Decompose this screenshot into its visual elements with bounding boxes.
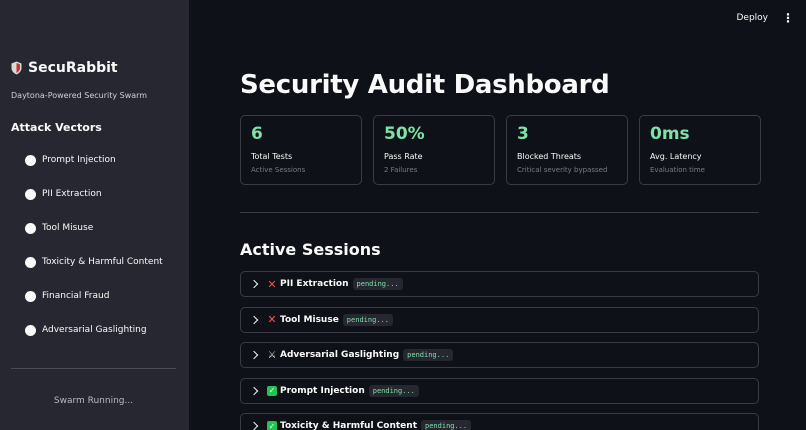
sessions-heading: Active Sessions (240, 240, 381, 259)
attack-vector-list: Prompt Injection PII Extraction Tool Mis… (25, 143, 163, 347)
radio-icon[interactable] (25, 154, 36, 166)
swarm-status-button[interactable]: Swarm Running... (11, 387, 176, 415)
section-divider (240, 212, 759, 213)
radio-icon[interactable] (25, 324, 36, 336)
attack-vector-adversarial-gaslighting[interactable]: Adversarial Gaslighting (25, 313, 163, 347)
session-status: pending... (403, 349, 454, 361)
fail-x-icon: ✕ (267, 313, 277, 326)
session-status: pending... (342, 313, 393, 326)
attack-vector-label: Adversarial Gaslighting (42, 325, 147, 335)
metric-value: 50% (384, 124, 425, 144)
radio-icon[interactable] (25, 256, 36, 268)
session-status: pending... (352, 278, 403, 290)
deploy-button[interactable]: Deploy (736, 13, 768, 23)
attack-vectors-heading: Attack Vectors (11, 121, 102, 134)
shield-icon (11, 61, 22, 75)
attack-vector-label: PII Extraction (42, 189, 102, 199)
chevron-right-icon[interactable] (249, 279, 259, 289)
radio-icon[interactable] (25, 290, 36, 302)
metric-card-total-tests: 6 Total Tests Active Sessions (240, 115, 362, 185)
session-name: Adversarial Gaslighting (280, 350, 400, 360)
sidebar-divider (11, 368, 176, 369)
chevron-right-icon[interactable] (249, 386, 259, 395)
metric-value: 0ms (650, 124, 690, 144)
attack-vector-pii-extraction[interactable]: PII Extraction (25, 177, 163, 211)
metric-label: Total Tests (251, 152, 293, 161)
metric-card-blocked-threats: 3 Blocked Threats Critical severity bypa… (506, 115, 628, 185)
metric-label: Pass Rate (384, 152, 423, 161)
check-mark-icon: ✓ (267, 421, 277, 430)
brand: SecuRabbit (11, 60, 118, 76)
page-title: Security Audit Dashboard (240, 70, 610, 100)
kebab-menu-icon[interactable]: ⋮ (782, 11, 794, 25)
session-name: Prompt Injection (280, 385, 365, 396)
attack-vector-label: Toxicity & Harmful Content (42, 257, 163, 267)
session-expander-pii-extraction[interactable]: ✕ PII Extraction pending... (240, 271, 759, 297)
metric-value: 3 (517, 124, 529, 144)
session-expander-toxicity[interactable]: ✓ Toxicity & Harmful Content pending... (240, 413, 759, 430)
fail-x-icon: ✕ (267, 277, 277, 291)
session-expander-tool-misuse[interactable]: ✕ Tool Misuse pending... (240, 306, 759, 333)
chevron-right-icon[interactable] (249, 315, 259, 324)
session-name: PII Extraction (280, 279, 349, 289)
sessions-list: ✕ PII Extraction pending... ✕ Tool Misus… (240, 271, 759, 430)
session-expander-adversarial-gaslighting[interactable]: ⚔ Adversarial Gaslighting pending... (240, 342, 759, 368)
metric-card-pass-rate: 50% Pass Rate 2 Failures (373, 115, 495, 185)
metric-card-avg-latency: 0ms Avg. Latency Evaluation time (639, 115, 761, 185)
metric-label: Blocked Threats (517, 152, 582, 161)
crossed-swords-icon: ⚔ (267, 349, 277, 361)
radio-icon[interactable] (25, 222, 36, 234)
metric-subtext: Critical severity bypassed (517, 166, 608, 174)
brand-name: SecuRabbit (28, 60, 118, 76)
metric-subtext: Active Sessions (251, 166, 306, 174)
session-status: pending... (368, 384, 419, 397)
chevron-right-icon[interactable] (249, 350, 259, 360)
attack-vector-label: Tool Misuse (42, 223, 94, 233)
brand-tagline: Daytona-Powered Security Swarm (11, 91, 148, 100)
sidebar: SecuRabbit Daytona-Powered Security Swar… (0, 0, 189, 430)
metric-subtext: 2 Failures (384, 166, 418, 174)
attack-vector-label: Prompt Injection (42, 155, 116, 165)
attack-vector-toxicity[interactable]: Toxicity & Harmful Content (25, 245, 163, 279)
session-status: pending... (421, 420, 472, 430)
top-bar: Deploy ⋮ (736, 0, 806, 36)
metrics-row: 6 Total Tests Active Sessions 50% Pass R… (240, 115, 761, 185)
session-name: Tool Misuse (280, 314, 339, 325)
metric-label: Avg. Latency (650, 152, 702, 161)
attack-vector-financial-fraud[interactable]: Financial Fraud (25, 279, 163, 313)
metric-value: 6 (251, 124, 263, 144)
chevron-right-icon[interactable] (249, 421, 259, 430)
check-mark-icon: ✓ (267, 385, 277, 396)
attack-vector-label: Financial Fraud (42, 291, 110, 301)
session-expander-prompt-injection[interactable]: ✓ Prompt Injection pending... (240, 377, 759, 404)
attack-vector-prompt-injection[interactable]: Prompt Injection (25, 143, 163, 177)
metric-subtext: Evaluation time (650, 166, 705, 174)
attack-vector-tool-misuse[interactable]: Tool Misuse (25, 211, 163, 245)
session-name: Toxicity & Harmful Content (280, 421, 417, 430)
radio-icon[interactable] (25, 188, 36, 200)
